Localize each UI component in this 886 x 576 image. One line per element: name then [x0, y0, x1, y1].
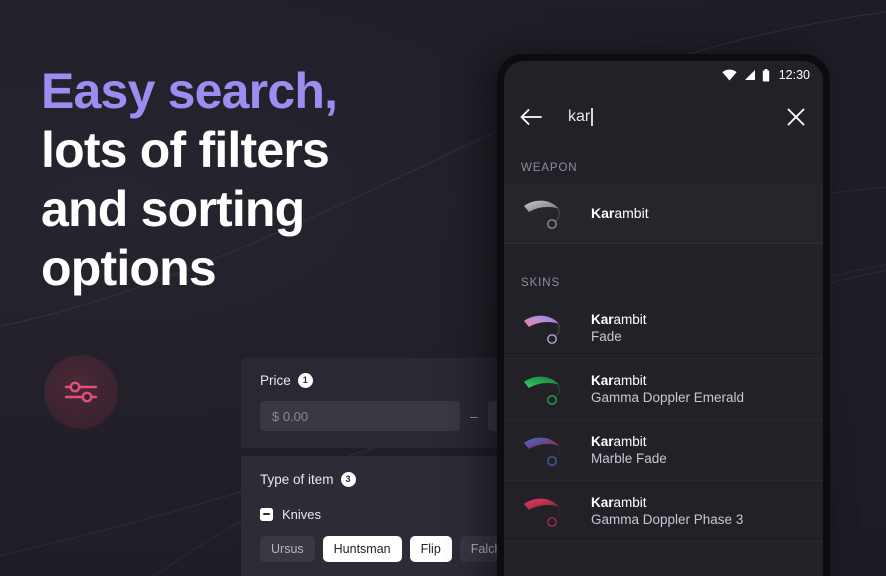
result-row-karambit-weapon[interactable]: Karambit — [504, 183, 823, 244]
type-of-item-label: Type of item — [260, 471, 334, 487]
karambit-marble-fade-icon — [521, 430, 577, 470]
result-row-karambit-gamma-doppler-emerald[interactable]: Karambit Gamma Doppler Emerald — [504, 359, 823, 420]
sliders-icon — [64, 381, 98, 403]
chip-ursus[interactable]: Ursus — [260, 536, 315, 562]
result-row-karambit-marble-fade[interactable]: Karambit Marble Fade — [504, 420, 823, 481]
status-time: 12:30 — [778, 68, 810, 82]
section-gap — [504, 244, 823, 260]
status-bar: 12:30 — [504, 61, 823, 89]
phone-mockup: 12:30 kar WEAPON Karambit SKINS Karambit… — [497, 54, 830, 576]
price-filter-count-badge: 1 — [297, 373, 313, 388]
headline-line-3: and sorting — [41, 181, 305, 237]
search-input-value: kar — [568, 108, 591, 125]
result-subtitle: Fade — [591, 329, 622, 344]
section-label-weapon: WEAPON — [521, 162, 578, 174]
cellular-signal-icon — [744, 70, 755, 80]
search-input[interactable]: kar — [568, 108, 786, 126]
result-title-match: Kar — [591, 495, 614, 510]
filter-badge — [44, 355, 118, 429]
knives-checkbox[interactable] — [260, 507, 273, 521]
promo-screenshot: Easy search, lots of filters and sorting… — [0, 0, 886, 576]
close-icon[interactable] — [786, 107, 806, 127]
result-title-rest: ambit — [613, 312, 647, 327]
result-subtitle: Gamma Doppler Emerald — [591, 390, 745, 405]
price-range-row: – — [260, 401, 551, 431]
knives-chip-list: Ursus Huntsman Flip Falchion — [260, 536, 532, 562]
search-bar: kar — [504, 89, 823, 145]
result-row-karambit-fade[interactable]: Karambit Fade — [504, 298, 823, 359]
result-title-match: Kar — [591, 205, 615, 221]
result-subtitle: Marble Fade — [591, 451, 667, 466]
type-of-item-header[interactable]: Type of item 3 — [260, 471, 535, 490]
price-range-separator: – — [470, 408, 478, 424]
result-title: Karambit — [591, 312, 647, 327]
battery-icon — [762, 68, 769, 81]
result-subtitle: Gamma Doppler Phase 3 — [591, 512, 744, 527]
result-title: Karambit — [591, 373, 744, 388]
chip-huntsman[interactable]: Huntsman — [322, 536, 402, 562]
result-title-rest: ambit — [614, 205, 649, 221]
type-of-item-count-badge: 3 — [340, 471, 356, 487]
page-title: Easy search, lots of filters and sorting… — [41, 62, 461, 298]
result-title-match: Kar — [591, 373, 614, 388]
result-title-rest: ambit — [613, 434, 647, 449]
price-filter-header: Price 1 — [260, 373, 532, 388]
price-min-input[interactable] — [260, 401, 460, 431]
headline-line-2: lots of filters — [41, 122, 330, 178]
karambit-phase3-icon — [521, 491, 577, 531]
result-title-match: Kar — [591, 434, 614, 449]
result-title-match: Kar — [591, 312, 614, 327]
result-row-karambit-gamma-doppler-phase-3[interactable]: Karambit Gamma Doppler Phase 3 — [504, 481, 823, 542]
chip-flip[interactable]: Flip — [409, 536, 452, 562]
knives-group-header[interactable]: Knives — [260, 506, 535, 525]
wifi-icon — [722, 69, 737, 81]
section-label-skins: SKINS — [521, 277, 561, 289]
headline-line-4: options — [41, 240, 217, 296]
phone-screen: 12:30 kar WEAPON Karambit SKINS Karambit… — [504, 61, 823, 576]
text-caret — [591, 108, 593, 126]
back-arrow-icon[interactable] — [520, 108, 542, 126]
price-filter-label: Price — [260, 373, 291, 388]
karambit-vanilla-icon — [521, 193, 577, 233]
result-title: Karambit — [591, 495, 743, 510]
result-title-rest: ambit — [613, 373, 647, 388]
karambit-emerald-icon — [521, 369, 577, 409]
headline-line-1: Easy search, — [41, 63, 338, 119]
result-title-rest: ambit — [613, 495, 647, 510]
karambit-fade-icon — [521, 308, 577, 348]
knives-label: Knives — [282, 506, 322, 522]
result-title: Karambit — [591, 434, 667, 449]
result-title: Karambit — [591, 205, 649, 221]
search-results: WEAPON Karambit SKINS Karambit Fade Kara… — [504, 145, 823, 542]
